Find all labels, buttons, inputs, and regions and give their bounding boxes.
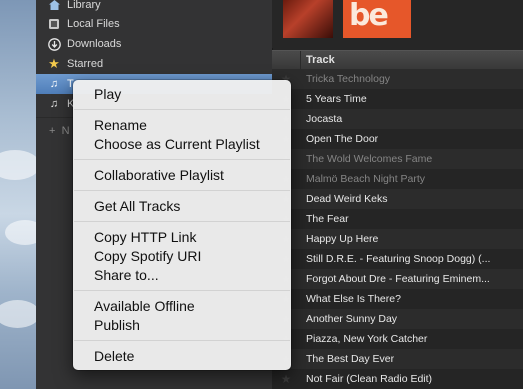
menu-item-delete[interactable]: Delete: [94, 347, 134, 366]
menu-separator: [74, 190, 290, 191]
downloads-icon: [47, 37, 61, 51]
menu-item-available-offline[interactable]: Available Offline: [94, 297, 195, 316]
table-row[interactable]: ★ Not Fair (Clean Radio Edit): [272, 369, 523, 389]
sidebar-item-downloads[interactable]: Downloads: [36, 34, 272, 54]
track-name: The Wold Welcomes Fame: [306, 153, 433, 165]
track-name: Dead Weird Keks: [306, 193, 388, 205]
track-name: Happy Up Here: [306, 233, 379, 245]
track-name: Tricka Technology: [306, 73, 391, 85]
sidebar-item-label: Starred: [67, 58, 104, 70]
table-row[interactable]: ★Still D.R.E. - Featuring Snoop Dogg) (.…: [272, 249, 523, 269]
table-row[interactable]: ★Jocasta: [272, 109, 523, 129]
table-row[interactable]: ★Happy Up Here: [272, 229, 523, 249]
track-name: Open The Door: [306, 133, 379, 145]
library-icon: [47, 0, 61, 12]
table-row[interactable]: ★The Wold Welcomes Fame: [272, 149, 523, 169]
table-row[interactable]: ★ Tricka Technology: [272, 69, 523, 89]
menu-item-choose-current-playlist[interactable]: Choose as Current Playlist: [94, 135, 260, 154]
menu-separator: [74, 109, 290, 110]
track-name: 5 Years Time: [306, 93, 367, 105]
menu-separator: [74, 290, 290, 291]
tracklist: ★Tricka Technology★5 Years Time★Jocasta★…: [272, 69, 523, 389]
table-row[interactable]: ★Piazza, New York Catcher: [272, 329, 523, 349]
table-row[interactable]: ★The Fear: [272, 209, 523, 229]
menu-item-get-all-tracks[interactable]: Get All Tracks: [94, 197, 180, 216]
track-name: Another Sunny Day: [306, 313, 398, 325]
track-name: The Fear: [306, 213, 349, 225]
table-row[interactable]: ★What Else Is There?: [272, 289, 523, 309]
desktop-background: [0, 0, 45, 389]
menu-item-publish[interactable]: Publish: [94, 316, 140, 335]
table-row[interactable]: ★Malmö Beach Night Party: [272, 169, 523, 189]
sidebar-item-label: Library: [67, 0, 101, 11]
menu-item-play[interactable]: Play: [94, 85, 121, 104]
menu-item-copy-spotify-uri[interactable]: Copy Spotify URI: [94, 247, 201, 266]
track-name: Piazza, New York Catcher: [306, 333, 428, 345]
track-column-header[interactable]: Track: [306, 54, 335, 66]
track-name: Malmö Beach Night Party: [306, 173, 426, 185]
album-cover[interactable]: [283, 0, 333, 38]
track-name: The Best Day Ever: [306, 353, 395, 365]
track-name: What Else Is There?: [306, 293, 401, 305]
menu-item-share-to[interactable]: Share to...: [94, 266, 159, 285]
track-name: Not Fair (Clean Radio Edit): [306, 373, 433, 385]
menu-separator: [74, 221, 290, 222]
table-row[interactable]: ★The Best Day Ever: [272, 349, 523, 369]
table-row[interactable]: ★Open The Door: [272, 129, 523, 149]
table-row[interactable]: ★5 Years Time: [272, 89, 523, 109]
sidebar-item-label: Local Files: [67, 18, 120, 30]
track-name: Forgot About Dre - Featuring Eminem...: [306, 273, 490, 285]
tracklist-header: Track: [272, 50, 523, 70]
menu-item-copy-http-link[interactable]: Copy HTTP Link: [94, 228, 196, 247]
sidebar-item-local-files[interactable]: Local Files: [36, 14, 272, 34]
table-row[interactable]: ★Forgot About Dre - Featuring Eminem...: [272, 269, 523, 289]
star-column-header[interactable]: [272, 51, 301, 69]
album-cover-text: be: [349, 0, 389, 33]
new-playlist-label: N: [61, 125, 70, 137]
new-playlist-button[interactable]: + N: [49, 125, 70, 137]
playlist-icon: ♫: [49, 98, 59, 110]
track-name: Still D.R.E. - Featuring Snoop Dogg) (..…: [306, 253, 491, 265]
plus-icon: +: [49, 125, 56, 137]
menu-separator: [74, 340, 290, 341]
menu-item-collaborative-playlist[interactable]: Collaborative Playlist: [94, 166, 224, 185]
table-row[interactable]: ★Another Sunny Day: [272, 309, 523, 329]
star-icon[interactable]: ★: [272, 372, 300, 386]
menu-item-rename[interactable]: Rename: [94, 116, 147, 135]
star-icon: ★: [48, 56, 60, 71]
context-menu: Play Rename Choose as Current Playlist C…: [73, 80, 291, 370]
local-files-icon: [47, 17, 61, 31]
playlist-icon: ♫: [49, 78, 59, 90]
cloud-decoration: [0, 150, 40, 180]
cloud-decoration: [0, 300, 40, 328]
sidebar-item-starred[interactable]: ★ Starred: [36, 54, 272, 74]
sidebar-item-label: Downloads: [67, 38, 122, 50]
album-cover[interactable]: be: [343, 0, 411, 38]
table-row[interactable]: ★Dead Weird Keks: [272, 189, 523, 209]
menu-separator: [74, 159, 290, 160]
track-name: Jocasta: [306, 113, 343, 125]
sidebar-item-library[interactable]: Library: [36, 0, 272, 15]
